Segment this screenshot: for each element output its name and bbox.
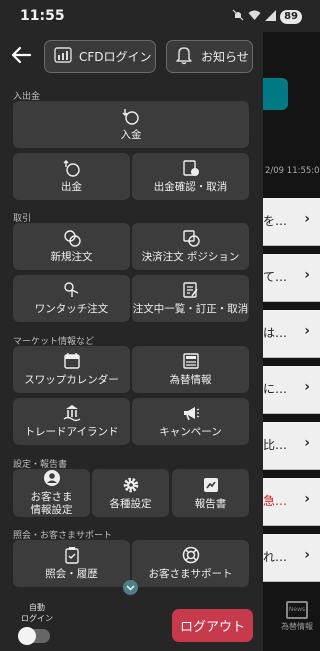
chevron-down-icon xyxy=(126,585,135,591)
campaign-label: キャンペーン xyxy=(159,426,222,438)
trade-island-tile[interactable]: トレードアイランド xyxy=(13,398,130,445)
withdraw-label: 出金 xyxy=(61,181,82,193)
navigation-drawer: CFDログイン お知らせ 入出金 入金 出金 出金確認・取消 取引 新規注文 決… xyxy=(0,32,263,651)
wifi-icon xyxy=(248,10,261,24)
report-tile[interactable]: 報告書 xyxy=(172,469,249,517)
cfd-login-button[interactable]: CFDログイン xyxy=(44,40,156,73)
background-news-label: 為替情報 xyxy=(281,622,313,631)
gear-icon xyxy=(123,477,138,492)
deposit-label: 入金 xyxy=(120,129,142,141)
inquiry-history-label: 照会・履歴 xyxy=(45,568,98,580)
fx-info-label: 為替情報 xyxy=(169,374,212,386)
status-bar: 11:55 89 xyxy=(0,0,320,32)
background-app: 2/09 11:55:05 を… › て… › は… › に… › 比… › 急… › れ…… xyxy=(263,32,320,651)
new-order-tile[interactable]: 新規注文 xyxy=(13,223,130,270)
toggle-knob xyxy=(18,627,36,645)
drawer-header: CFDログイン お知らせ xyxy=(0,32,263,84)
background-list-item: 急… › xyxy=(263,478,320,526)
scroll-down-indicator[interactable] xyxy=(123,580,138,595)
megaphone-icon xyxy=(183,407,199,421)
news-icon: News xyxy=(286,601,308,619)
bell-icon xyxy=(175,45,193,69)
back-arrow-icon[interactable] xyxy=(10,44,32,66)
background-list-item: て… › xyxy=(263,254,320,302)
customer-support-tile[interactable]: お客さまサポート xyxy=(132,540,249,587)
withdraw-icon xyxy=(63,160,80,177)
cfd-login-label: CFDログイン xyxy=(79,50,152,64)
deposit-tile[interactable]: 入金 xyxy=(13,101,249,148)
new-order-icon xyxy=(63,230,81,247)
settle-position-tile[interactable]: 決済注文 ポジション xyxy=(132,223,249,270)
logout-button[interactable]: ログアウト xyxy=(172,609,253,642)
order-list-icon xyxy=(182,282,198,298)
island-icon xyxy=(63,405,80,422)
settle-position-icon xyxy=(182,230,200,247)
account-circle-icon xyxy=(43,470,60,486)
withdraw-confirm-tile[interactable]: 出金確認・取消 xyxy=(132,153,249,200)
notifications-label: お知らせ xyxy=(201,50,249,64)
lifebuoy-icon xyxy=(182,546,199,564)
campaign-tile[interactable]: キャンペーン xyxy=(132,398,249,445)
status-icons: 89 xyxy=(232,9,302,24)
customer-settings-tile[interactable]: お客さま 情報設定 xyxy=(13,469,90,517)
clipboard-check-icon xyxy=(64,547,79,564)
customer-settings-label: お客さま 情報設定 xyxy=(30,491,73,516)
background-list-item: 比… › xyxy=(263,422,320,470)
fx-info-tile[interactable]: 為替情報 xyxy=(132,346,249,393)
new-order-label: 新規注文 xyxy=(50,251,93,263)
background-timestamp: 2/09 11:55:05 xyxy=(265,166,320,176)
withdraw-tile[interactable]: 出金 xyxy=(13,153,130,200)
background-list-item: れ… › xyxy=(263,534,320,582)
settings-tile[interactable]: 各種設定 xyxy=(92,469,169,517)
inquiry-history-tile[interactable]: 照会・履歴 xyxy=(13,540,130,587)
withdraw-confirm-icon xyxy=(182,160,199,176)
background-list-item: を… › xyxy=(263,198,320,246)
swap-calendar-label: スワップカレンダー xyxy=(24,374,119,386)
calendar-icon xyxy=(63,353,80,369)
one-touch-order-tile[interactable]: ワンタッチ注文 xyxy=(13,275,130,322)
swap-calendar-tile[interactable]: スワップカレンダー xyxy=(13,346,130,393)
trade-island-label: トレードアイランド xyxy=(24,426,119,438)
newspaper-icon xyxy=(182,353,199,369)
battery-icon: 89 xyxy=(280,9,302,24)
cfd-chart-icon xyxy=(53,45,73,69)
auto-login-label: 自動 ログイン xyxy=(21,603,53,623)
order-list-tile[interactable]: 注文中一覧・訂正・取消 xyxy=(132,275,249,322)
settle-position-label: 決済注文 ポジション xyxy=(141,251,240,263)
withdraw-confirm-label: 出金確認・取消 xyxy=(153,181,228,193)
background-list-item: に… › xyxy=(263,366,320,414)
one-touch-order-label: ワンタッチ注文 xyxy=(34,303,109,315)
background-news-tab: News 為替情報 xyxy=(277,601,317,632)
signal-icon xyxy=(265,9,277,24)
auto-login-toggle[interactable] xyxy=(18,627,50,645)
order-list-label: 注文中一覧・訂正・取消 xyxy=(132,303,249,315)
customer-support-label: お客さまサポート xyxy=(148,568,233,580)
mute-icon xyxy=(232,9,244,24)
background-teal-button xyxy=(263,78,288,110)
notifications-button[interactable]: お知らせ xyxy=(166,40,253,73)
status-time: 11:55 xyxy=(20,8,65,24)
report-label: 報告書 xyxy=(194,497,227,510)
background-list-item: は… › xyxy=(263,310,320,358)
one-touch-icon xyxy=(63,282,78,297)
report-icon xyxy=(203,477,218,492)
settings-label: 各種設定 xyxy=(109,497,152,510)
deposit-icon xyxy=(122,109,139,125)
